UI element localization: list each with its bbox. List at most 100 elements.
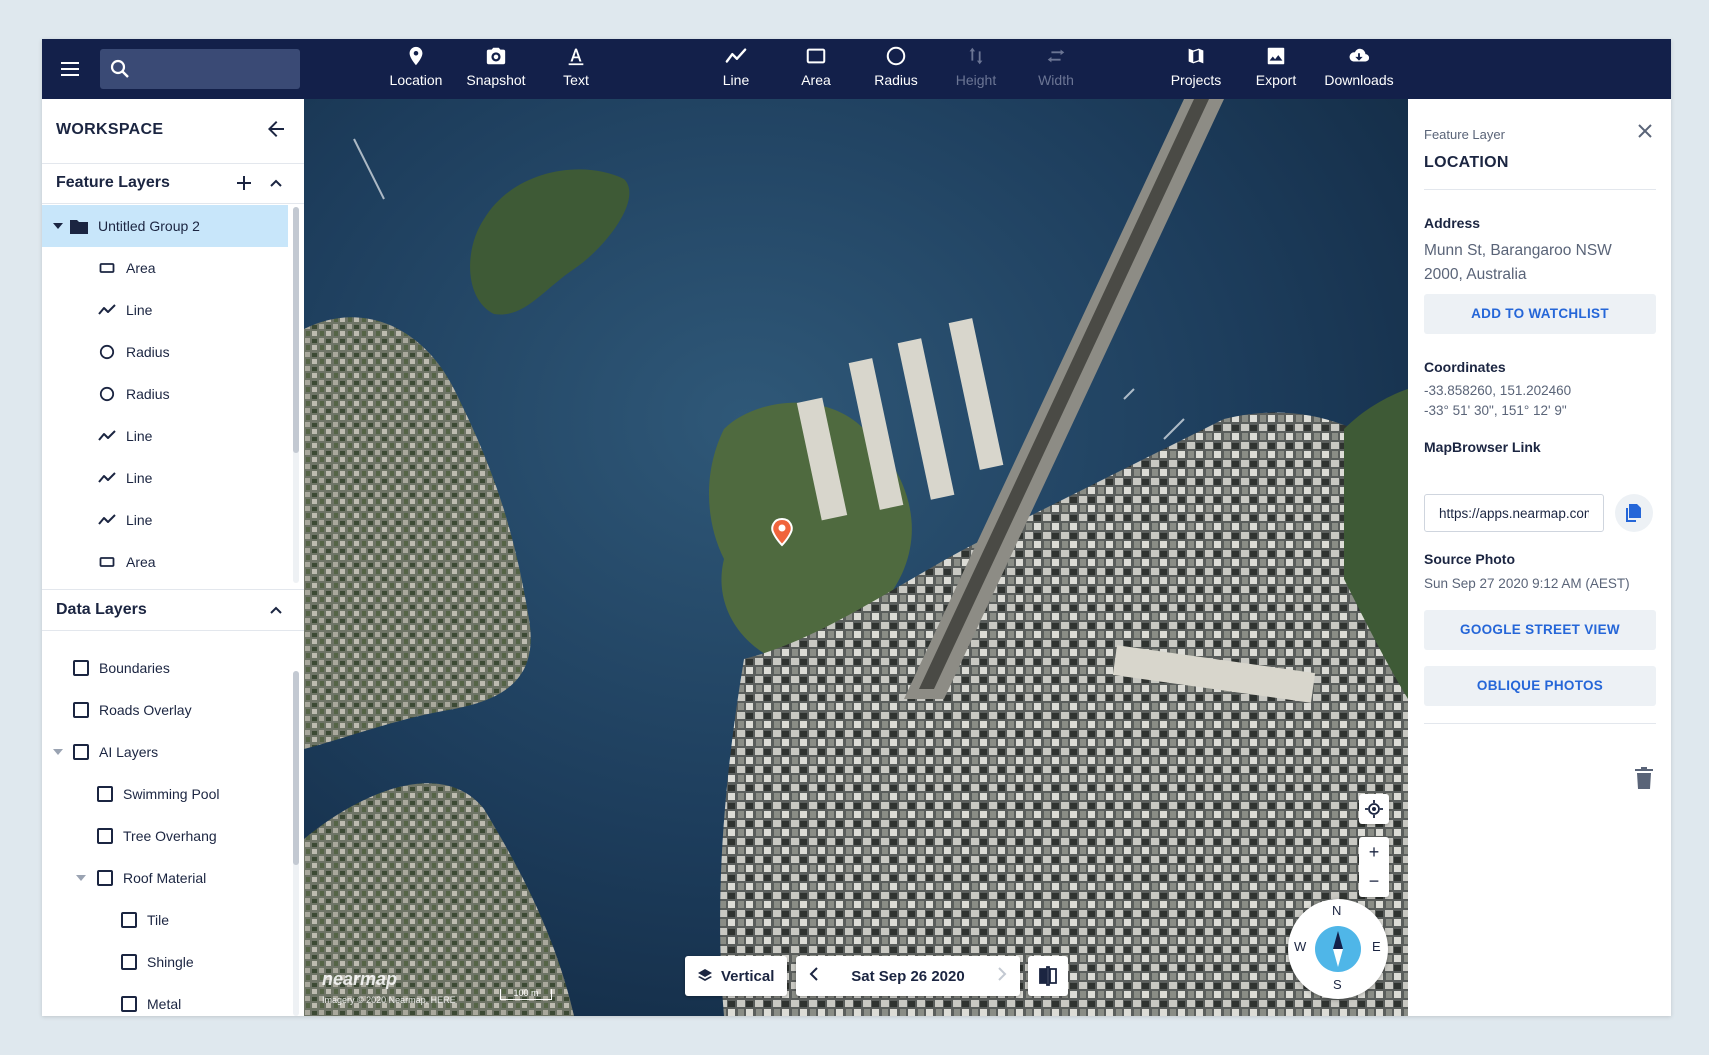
coordinates-dms: -33° 51' 30", 151° 12' 9" — [1424, 403, 1567, 418]
copy-button[interactable] — [1615, 494, 1653, 532]
checkbox[interactable] — [121, 912, 137, 928]
tool-projects[interactable]: Projects — [1156, 45, 1236, 95]
data-layer-label: Boundaries — [99, 660, 170, 676]
locate-me-button[interactable] — [1359, 794, 1389, 824]
data-layers-header: Data Layers — [42, 589, 304, 631]
circle-icon — [886, 46, 906, 66]
tool-radius[interactable]: Radius — [856, 45, 936, 95]
tool-area[interactable]: Area — [776, 45, 856, 95]
mapbrowser-link-field[interactable] — [1424, 494, 1604, 532]
trash-icon[interactable] — [1634, 767, 1654, 789]
feature-layer-row[interactable]: Area — [42, 541, 288, 583]
cloud-download-icon — [1349, 48, 1370, 62]
checkbox[interactable] — [73, 744, 89, 760]
watermark: nearmap — [322, 969, 398, 989]
data-layer-row[interactable]: Swimming Pool — [42, 773, 288, 815]
split-compare-icon — [1039, 966, 1057, 986]
tool-label: Area — [801, 72, 831, 88]
feature-layers-scrollbar[interactable] — [293, 207, 299, 583]
tool-line[interactable]: Line — [696, 45, 776, 95]
checkbox[interactable] — [121, 996, 137, 1012]
checkbox[interactable] — [97, 828, 113, 844]
data-layer-label: Roads Overlay — [99, 702, 192, 718]
feature-layer-row[interactable]: Line — [42, 415, 288, 457]
feature-layer-label: Line — [126, 302, 153, 318]
compass[interactable]: N E S W — [1288, 899, 1388, 999]
feature-layer-label: Line — [126, 428, 153, 444]
polyline-icon — [98, 427, 116, 445]
oblique-photos-button[interactable]: OBLIQUE PHOTOS — [1424, 666, 1656, 706]
data-layers-title: Data Layers — [56, 601, 147, 618]
view-mode-button[interactable]: Vertical — [685, 956, 787, 996]
tool-downloads[interactable]: Downloads — [1319, 45, 1399, 95]
tool-snapshot[interactable]: Snapshot — [456, 45, 536, 95]
tool-label: Radius — [874, 72, 918, 88]
feature-layer-row[interactable]: Radius — [42, 373, 288, 415]
checkbox[interactable] — [97, 870, 113, 886]
menu-icon[interactable] — [56, 55, 84, 83]
feature-layer-label: Radius — [126, 386, 170, 402]
checkbox[interactable] — [73, 660, 89, 676]
compare-button[interactable] — [1028, 956, 1068, 996]
scrollbar-thumb[interactable] — [293, 671, 299, 865]
feature-layer-row[interactable]: Line — [42, 289, 288, 331]
checkbox[interactable] — [73, 702, 89, 718]
compass-needle-icon — [1315, 926, 1361, 972]
tool-height[interactable]: Height — [936, 45, 1016, 95]
data-layers-scrollbar[interactable] — [293, 671, 299, 1016]
address-label: Address — [1424, 215, 1481, 231]
data-layer-label: AI Layers — [99, 744, 159, 760]
map-view[interactable]: nearmap Imagery © 2020 Nearmap, HERE 100… — [304, 99, 1408, 1016]
chevron-up-icon[interactable] — [266, 600, 286, 620]
data-layer-row[interactable]: Metal — [42, 983, 288, 1016]
address-value: Munn St, Barangaroo NSW 2000, Australia — [1424, 242, 1612, 283]
google-street-view-button[interactable]: GOOGLE STREET VIEW — [1424, 610, 1656, 650]
feature-layer-label: Area — [126, 260, 156, 276]
chevron-left-icon[interactable] — [796, 966, 832, 986]
data-layer-row[interactable]: Shingle — [42, 941, 288, 983]
arrow-left-icon[interactable] — [264, 117, 288, 141]
scale-bar: 100 m — [500, 989, 552, 1000]
feature-layer-row[interactable]: Radius — [42, 331, 288, 373]
tool-export[interactable]: Export — [1236, 45, 1316, 95]
data-layer-row[interactable]: AI Layers — [42, 731, 288, 773]
feature-layers-list: Untitled Group 2 Area Line Radius Radius… — [42, 205, 304, 585]
group-row[interactable]: Untitled Group 2 — [42, 205, 288, 247]
aerial-imagery — [304, 99, 1408, 1016]
checkbox[interactable] — [97, 786, 113, 802]
data-layer-row[interactable]: Tile — [42, 899, 288, 941]
polyline-icon — [725, 48, 747, 63]
tool-width[interactable]: Width — [1016, 45, 1096, 95]
zoom-out-button[interactable]: − — [1359, 867, 1389, 897]
scrollbar-thumb[interactable] — [293, 207, 299, 453]
chevron-up-icon[interactable] — [266, 173, 286, 193]
date-label[interactable]: Sat Sep 26 2020 — [832, 968, 984, 985]
data-layer-row[interactable]: Roof Material — [42, 857, 288, 899]
copy-icon — [1626, 504, 1641, 522]
search-input[interactable] — [140, 57, 294, 83]
feature-layer-row[interactable]: Line — [42, 499, 288, 541]
caret-down-icon[interactable] — [75, 872, 87, 884]
camera-icon — [486, 47, 506, 65]
caret-down-icon[interactable] — [52, 220, 64, 232]
tool-location[interactable]: Location — [376, 45, 456, 95]
width-arrows-icon — [1047, 49, 1065, 63]
divider — [1424, 723, 1656, 724]
feature-layer-row[interactable]: Line — [42, 457, 288, 499]
search-bar[interactable] — [100, 49, 300, 89]
app-window: Location Snapshot Text Line Area Radius … — [42, 39, 1671, 1016]
tool-label: Export — [1255, 72, 1297, 88]
chevron-right-icon[interactable] — [984, 966, 1020, 986]
data-layer-row[interactable]: Roads Overlay — [42, 689, 288, 731]
zoom-in-button[interactable]: + — [1359, 837, 1389, 867]
data-layer-row[interactable]: Boundaries — [42, 647, 288, 689]
add-icon[interactable] — [234, 173, 254, 193]
caret-down-icon[interactable] — [52, 746, 64, 758]
data-layer-row[interactable]: Tree Overhang — [42, 815, 288, 857]
feature-layer-row[interactable]: Area — [42, 247, 288, 289]
attribution: Imagery © 2020 Nearmap, HERE — [322, 995, 456, 1005]
tool-text[interactable]: Text — [536, 45, 616, 95]
add-to-watchlist-button[interactable]: ADD TO WATCHLIST — [1424, 294, 1656, 334]
checkbox[interactable] — [121, 954, 137, 970]
close-icon[interactable] — [1635, 121, 1655, 141]
